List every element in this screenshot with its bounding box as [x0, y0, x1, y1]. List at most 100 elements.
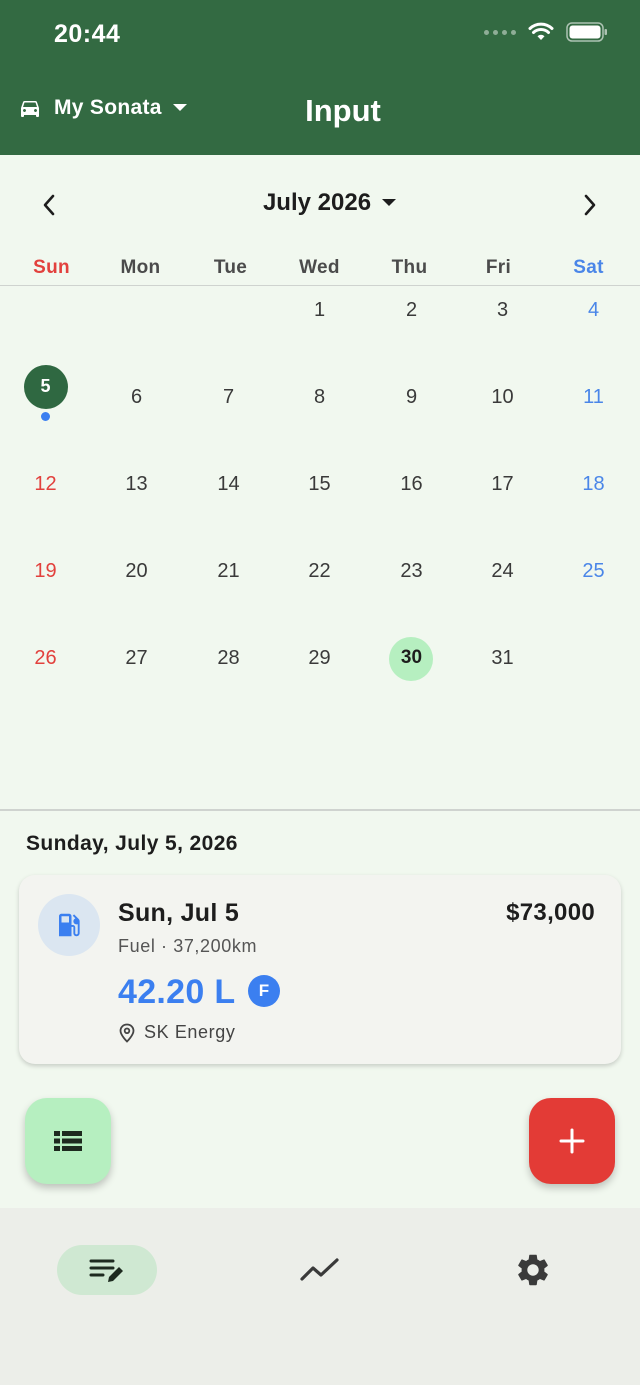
day-number: 17	[491, 473, 514, 495]
weekday-mon: Mon	[120, 257, 161, 278]
next-month-button[interactable]	[572, 187, 608, 223]
list-view-button[interactable]	[25, 1098, 111, 1184]
day-number: 30	[400, 647, 423, 668]
add-entry-button[interactable]	[529, 1098, 615, 1184]
nav-settings-tab[interactable]	[483, 1245, 583, 1295]
month-picker[interactable]: July 2026	[0, 189, 640, 217]
edit-notes-icon	[89, 1259, 123, 1282]
divider	[0, 809, 640, 811]
month-navigation: July 2026	[0, 175, 640, 235]
nav-input-tab[interactable]	[57, 1245, 157, 1295]
calendar-day-20[interactable]: 20	[91, 548, 182, 635]
location-pin-icon	[119, 1023, 135, 1043]
day-number: 10	[491, 386, 514, 408]
calendar-day-25[interactable]: 25	[548, 548, 639, 635]
day-number: 6	[130, 386, 143, 408]
selected-date-heading: Sunday, July 5, 2026	[26, 832, 238, 855]
day-number: 9	[405, 386, 418, 408]
day-number: 24	[491, 560, 514, 582]
status-time: 20:44	[54, 20, 121, 48]
status-icons	[484, 22, 608, 42]
list-icon	[54, 1131, 82, 1151]
day-number: 4	[587, 299, 600, 321]
entry-date: Sun, Jul 5	[118, 899, 240, 927]
calendar-day-14[interactable]: 14	[183, 461, 274, 548]
fuel-pump-icon	[59, 913, 80, 937]
app-header: 20:44 My Sonata Input	[0, 0, 640, 155]
day-number: 18	[582, 473, 605, 495]
calendar-day-29[interactable]: 29	[274, 635, 365, 722]
plus-icon	[559, 1128, 585, 1154]
weekday-sat: Sat	[573, 257, 604, 278]
calendar-day-1[interactable]: 1	[274, 287, 365, 374]
day-number: 12	[34, 473, 57, 495]
page-title: Input	[305, 93, 381, 128]
day-number: 7	[222, 386, 235, 408]
calendar-day-9[interactable]: 9	[366, 374, 457, 461]
calendar-day-6[interactable]: 6	[91, 374, 182, 461]
calendar-day-5[interactable]: 5	[0, 365, 91, 461]
calendar-day-21[interactable]: 21	[183, 548, 274, 635]
day-number: 27	[125, 647, 148, 669]
day-number: 22	[308, 560, 331, 582]
fuel-icon-badge	[38, 894, 100, 956]
settings-gear-icon	[518, 1254, 548, 1286]
weekday-thu: Thu	[391, 257, 428, 278]
entry-station: SK Energy	[118, 1022, 235, 1043]
calendar-day-27[interactable]: 27	[91, 635, 182, 722]
calendar-day-16[interactable]: 16	[366, 461, 457, 548]
month-label: July 2026	[262, 189, 372, 216]
day-number: 5	[40, 376, 51, 396]
day-number: 26	[34, 647, 57, 669]
full-tank-badge: F	[248, 975, 280, 1007]
calendar-day-10[interactable]: 10	[457, 374, 548, 461]
calendar-day-22[interactable]: 22	[274, 548, 365, 635]
calendar-day-18[interactable]: 18	[548, 461, 639, 548]
day-number: 20	[125, 560, 148, 582]
day-number: 16	[400, 473, 423, 495]
calendar-day-15[interactable]: 15	[274, 461, 365, 548]
wifi-icon	[528, 22, 554, 40]
weekday-tue: Tue	[213, 257, 248, 278]
day-number: 2	[405, 299, 418, 321]
entry-amount: $73,000	[506, 899, 595, 926]
trend-line-icon	[300, 1258, 339, 1281]
calendar-day-12[interactable]: 12	[0, 461, 91, 548]
day-number: 1	[313, 299, 326, 321]
entry-marker-dot	[41, 412, 50, 421]
day-number: 19	[34, 560, 57, 582]
calendar-day-7[interactable]: 7	[183, 374, 274, 461]
calendar-day-24[interactable]: 24	[457, 548, 548, 635]
station-name: SK Energy	[144, 1022, 236, 1042]
day-number: 3	[496, 299, 509, 321]
weekday-fri: Fri	[485, 257, 512, 278]
day-number: 21	[217, 560, 240, 582]
cellular-signal-icon	[484, 29, 516, 35]
calendar-day-2[interactable]: 2	[366, 287, 457, 374]
weekday-header: Sun Mon Tue Wed Thu Fri Sat	[0, 254, 640, 286]
entry-meta: Fuel · 37,200km	[118, 936, 258, 956]
day-number: 13	[125, 473, 148, 495]
fuel-entry-card[interactable]: Sun, Jul 5 $73,000 Fuel · 37,200km 42.20…	[19, 875, 621, 1064]
entry-volume: 42.20 L	[118, 973, 236, 1011]
calendar-day-31[interactable]: 31	[457, 635, 548, 722]
day-number: 28	[217, 647, 240, 669]
calendar-day-3[interactable]: 3	[457, 287, 548, 374]
calendar-day-23[interactable]: 23	[366, 548, 457, 635]
calendar-day-13[interactable]: 13	[91, 461, 182, 548]
calendar-day-28[interactable]: 28	[183, 635, 274, 722]
calendar-day-11[interactable]: 11	[548, 374, 639, 461]
day-number: 11	[583, 386, 604, 408]
calendar-day-8[interactable]: 8	[274, 374, 365, 461]
calendar-day-30[interactable]: 30	[366, 635, 457, 722]
calendar-day-19[interactable]: 19	[0, 548, 91, 635]
bottom-navigation	[0, 1208, 640, 1385]
day-number: 25	[582, 560, 605, 582]
weekday-wed: Wed	[299, 257, 340, 278]
calendar-day-4[interactable]: 4	[548, 287, 639, 374]
calendar-day-17[interactable]: 17	[457, 461, 548, 548]
calendar-day-26[interactable]: 26	[0, 635, 91, 722]
dropdown-arrow-icon	[382, 199, 397, 206]
day-number: 29	[308, 647, 331, 669]
nav-statistics-tab[interactable]	[270, 1245, 370, 1295]
